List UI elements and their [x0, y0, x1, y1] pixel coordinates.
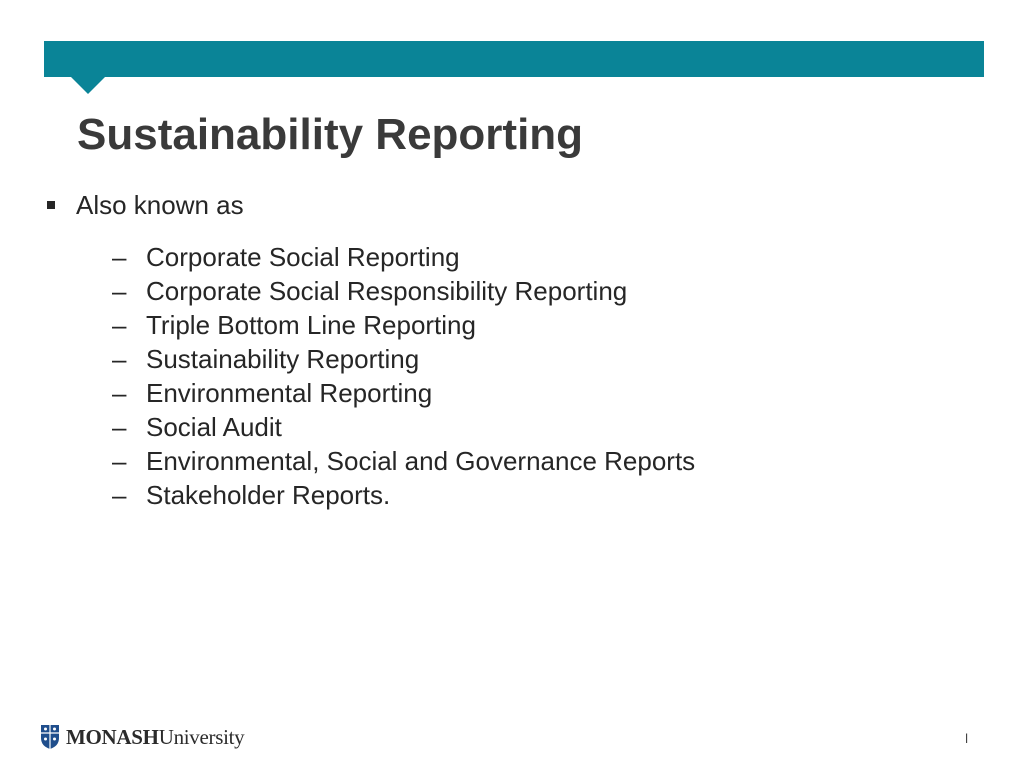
- header-band-notch: [71, 77, 105, 94]
- bullet-text: Also known as: [76, 190, 244, 220]
- list-item-text: Corporate Social Reporting: [146, 242, 460, 272]
- list-item-text: Triple Bottom Line Reporting: [146, 310, 476, 340]
- list-item-text: Sustainability Reporting: [146, 344, 420, 374]
- list-item-text: Corporate Social Responsibility Reportin…: [146, 276, 628, 306]
- dash-marker: –: [112, 446, 127, 476]
- list-item: – Stakeholder Reports.: [112, 478, 695, 512]
- list-item-text: Environmental Reporting: [146, 378, 433, 408]
- dash-marker: –: [112, 412, 127, 442]
- slide-title: Sustainability Reporting: [77, 110, 584, 159]
- list-item-text: Social Audit: [146, 412, 282, 442]
- bullet-also-known-as: Also known as: [44, 190, 244, 220]
- alias-list: – Corporate Social Reporting – Corporate…: [112, 240, 695, 512]
- list-item: – Triple Bottom Line Reporting: [112, 308, 695, 342]
- page-number: l: [965, 731, 968, 746]
- list-item: – Social Audit: [112, 410, 695, 444]
- monash-logo: MONASHUniversity: [40, 722, 245, 752]
- list-item: – Environmental Reporting: [112, 376, 695, 410]
- dash-marker: –: [112, 378, 127, 408]
- monash-crest-icon: [41, 725, 59, 749]
- dash-marker: –: [112, 310, 127, 340]
- list-item: – Environmental, Social and Governance R…: [112, 444, 695, 478]
- list-item: – Corporate Social Reporting: [112, 240, 695, 274]
- dash-marker: –: [112, 242, 127, 272]
- list-item: – Corporate Social Responsibility Report…: [112, 274, 695, 308]
- slide: Sustainability Reporting Also known as –…: [0, 0, 1024, 768]
- list-item-text: Environmental, Social and Governance Rep…: [146, 446, 696, 476]
- square-bullet-icon: [47, 201, 55, 209]
- logo-monash: MONASH: [66, 724, 159, 749]
- logo-wordmark: MONASHUniversity: [66, 724, 245, 750]
- list-item: – Sustainability Reporting: [112, 342, 695, 376]
- dash-marker: –: [112, 480, 127, 510]
- logo-university: University: [158, 724, 245, 749]
- list-item-text: Stakeholder Reports.: [146, 480, 391, 510]
- dash-marker: –: [112, 344, 127, 374]
- dash-marker: –: [112, 276, 127, 306]
- header-band: [44, 41, 984, 77]
